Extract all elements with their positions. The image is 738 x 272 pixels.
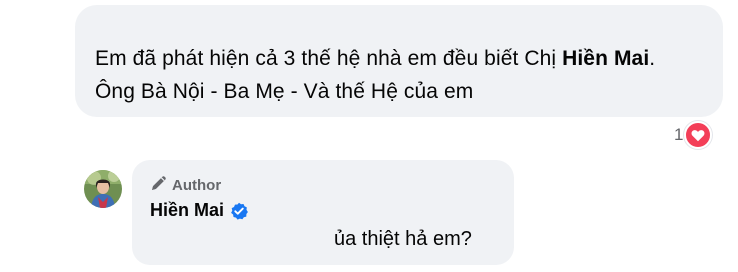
- heart-icon: [684, 121, 713, 149]
- avatar[interactable]: [84, 170, 122, 208]
- author-badge: Author: [150, 174, 221, 197]
- comment-line-1-prefix: Em đã phát hiện cả 3 thế hệ nhà em đều b…: [95, 47, 563, 70]
- mentioned-name[interactable]: Hiền Mai: [562, 47, 649, 70]
- reaction-summary[interactable]: 1: [674, 121, 713, 149]
- author-label: Author: [172, 177, 222, 194]
- reply-text: ủa thiệt hả em?: [334, 228, 472, 250]
- comment-bubble: Em đã phát hiện cả 3 thế hệ nhà em đều b…: [75, 5, 723, 117]
- comment-text: Em đã phát hiện cả 3 thế hệ nhà em đều b…: [95, 42, 655, 108]
- pen-icon: [150, 174, 168, 197]
- reply-author: Hiền Mai: [150, 200, 248, 221]
- author-name[interactable]: Hiền Mai: [150, 200, 224, 221]
- comment-line-2: Ông Bà Nội - Ba Mẹ - Và thế Hệ của em: [95, 80, 474, 103]
- verified-badge-icon: [230, 202, 248, 220]
- comment-line-1-suffix: .: [649, 47, 656, 70]
- reply-bubble: Author Hiền Mai ủa thiệt hả em?: [132, 160, 514, 265]
- reaction-count: 1: [674, 125, 684, 144]
- comment-line-1: Em đã phát hiện cả 3 thế hệ nhà em đều b…: [95, 42, 655, 75]
